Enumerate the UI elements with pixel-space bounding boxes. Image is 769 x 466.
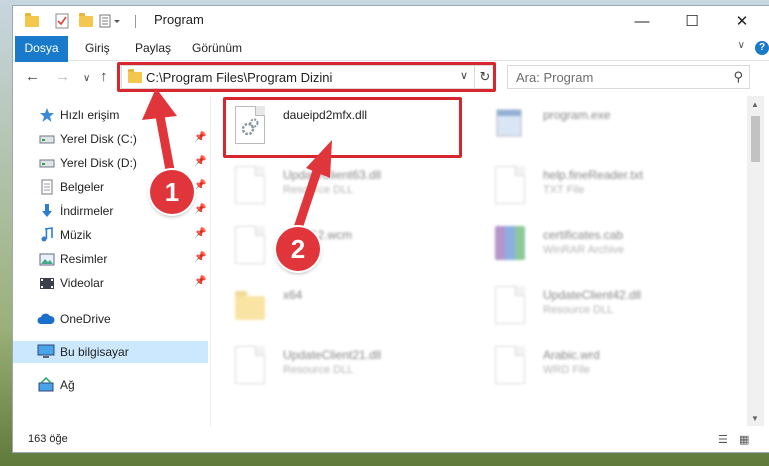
- annotation-number-2: 2: [276, 227, 320, 271]
- arrow-2: [293, 140, 332, 233]
- annotation-number-1: 1: [150, 170, 194, 214]
- arrow-1: [142, 88, 177, 175]
- annotation-arrows: [142, 88, 332, 233]
